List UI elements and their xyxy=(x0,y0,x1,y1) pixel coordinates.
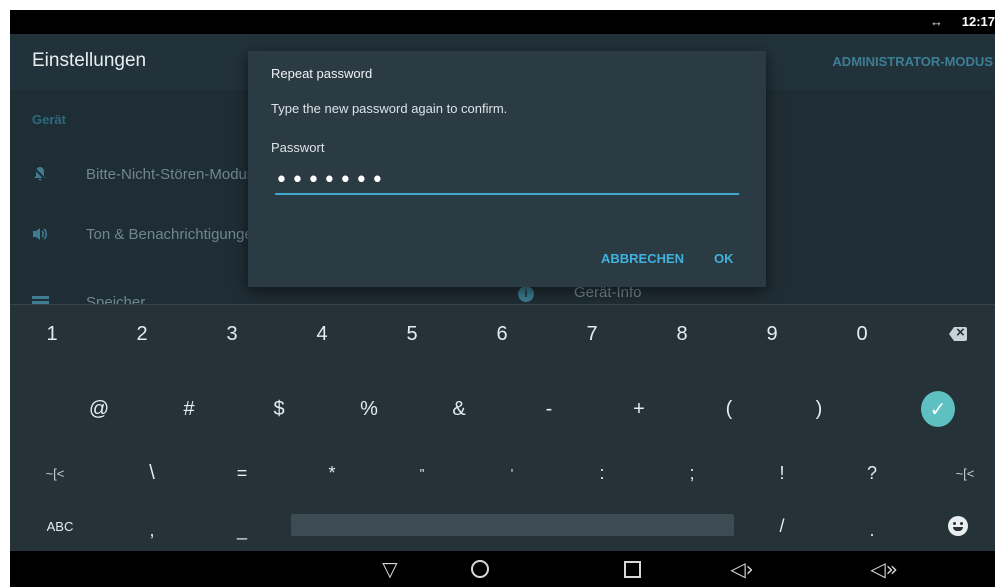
nav-back-button[interactable]: ▽ xyxy=(370,551,410,587)
backspace-icon xyxy=(949,327,967,341)
status-bar: ↔ 12:17 xyxy=(10,10,995,34)
volume-down-button[interactable]: ◁› xyxy=(722,551,762,587)
key-0[interactable]: 0 xyxy=(842,311,882,357)
password-input[interactable] xyxy=(275,167,739,195)
page-title: Einstellungen xyxy=(32,50,147,71)
key-3[interactable]: 3 xyxy=(212,311,252,357)
emoji-key[interactable] xyxy=(938,503,978,549)
key-single-quote[interactable]: ' xyxy=(492,450,532,496)
key-semicolon[interactable]: ; xyxy=(672,450,712,496)
key-double-quote[interactable]: " xyxy=(402,450,442,496)
enter-key[interactable]: ✓ xyxy=(915,386,961,432)
key-7[interactable]: 7 xyxy=(572,311,612,357)
nav-recents-button[interactable] xyxy=(612,551,652,587)
key-ampersand[interactable]: & xyxy=(439,386,479,432)
space-key[interactable] xyxy=(291,514,734,536)
setting-label: Ton & Benachrichtigungen xyxy=(86,226,262,243)
key-more-symbols-left[interactable]: ~[< xyxy=(32,450,78,496)
admin-mode-button[interactable]: ADMINISTRATOR-MODUS xyxy=(832,54,993,69)
repeat-password-dialog: Repeat password Type the new password ag… xyxy=(248,51,766,287)
key-dollar[interactable]: $ xyxy=(259,386,299,432)
key-more-symbols-right[interactable]: ~[< xyxy=(942,450,988,496)
key-backslash[interactable]: \ xyxy=(132,450,172,496)
setting-label: Bitte-Nicht-Stören-Modus xyxy=(86,166,255,183)
emoji-icon xyxy=(948,516,968,536)
key-plus[interactable]: + xyxy=(619,386,659,432)
key-question[interactable]: ? xyxy=(852,450,892,496)
key-minus[interactable]: - xyxy=(529,386,569,432)
key-underscore[interactable]: _ xyxy=(222,507,262,553)
key-colon[interactable]: : xyxy=(582,450,622,496)
backspace-key[interactable] xyxy=(938,311,978,357)
home-circle-icon xyxy=(471,560,489,578)
key-9[interactable]: 9 xyxy=(752,311,792,357)
cancel-button[interactable]: ABBRECHEN xyxy=(595,247,690,270)
key-comma[interactable]: , xyxy=(132,507,172,553)
key-2[interactable]: 2 xyxy=(122,311,162,357)
key-asterisk[interactable]: * xyxy=(312,450,352,496)
check-icon: ✓ xyxy=(921,391,955,427)
volume-up-button[interactable]: ◁» xyxy=(864,551,904,587)
dialog-title: Repeat password xyxy=(271,66,373,81)
section-title: Gerät xyxy=(32,112,66,127)
volume-up-icon: ◁» xyxy=(870,557,898,581)
key-1[interactable]: 1 xyxy=(32,311,72,357)
recents-square-icon xyxy=(623,560,641,578)
key-slash[interactable]: / xyxy=(762,503,802,549)
arrows-horizontal-icon: ↔ xyxy=(930,14,943,29)
navigation-bar: ▽ ◁› ◁» xyxy=(10,551,995,587)
ok-button[interactable]: OK xyxy=(708,247,740,270)
key-4[interactable]: 4 xyxy=(302,311,342,357)
back-triangle-icon: ▽ xyxy=(382,557,398,581)
key-paren-close[interactable]: ) xyxy=(799,386,839,432)
key-percent[interactable]: % xyxy=(349,386,389,432)
on-screen-keyboard: 1 2 3 4 5 6 7 8 9 0 @ # $ % & - + ( ) ✓ … xyxy=(10,304,995,552)
key-period[interactable]: . xyxy=(852,507,892,553)
key-5[interactable]: 5 xyxy=(392,311,432,357)
key-exclamation[interactable]: ! xyxy=(762,450,802,496)
info-icon: i xyxy=(518,286,534,302)
key-hash[interactable]: # xyxy=(169,386,209,432)
password-label: Passwort xyxy=(271,140,325,155)
key-8[interactable]: 8 xyxy=(662,311,702,357)
volume-icon xyxy=(33,228,48,240)
volume-down-icon: ◁› xyxy=(730,557,754,581)
key-paren-open[interactable]: ( xyxy=(709,386,749,432)
key-at[interactable]: @ xyxy=(79,386,119,432)
nav-home-button[interactable] xyxy=(460,551,500,587)
key-equals[interactable]: = xyxy=(222,450,262,496)
status-time: 12:17 xyxy=(961,14,995,29)
android-screen: ↔ 12:17 Einstellungen ADMINISTRATOR-MODU… xyxy=(10,10,995,587)
dialog-message: Type the new password again to confirm. xyxy=(271,101,508,116)
bell-off-icon xyxy=(32,166,48,182)
key-6[interactable]: 6 xyxy=(482,311,522,357)
key-abc[interactable]: ABC xyxy=(40,503,80,549)
